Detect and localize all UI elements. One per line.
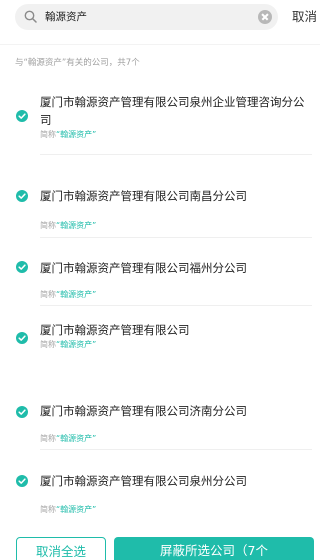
row-divider xyxy=(40,154,312,155)
divider xyxy=(0,44,320,45)
alias-value: “翰源资产” xyxy=(56,434,97,443)
unselect-all-button[interactable]: 取消全选 xyxy=(16,537,106,560)
search-input[interactable] xyxy=(45,7,245,27)
company-name: 厦门市翰源资产管理有限公司泉州企业管理咨询分公司 xyxy=(40,95,305,127)
check-circle-icon[interactable] xyxy=(16,475,28,487)
check-circle-icon[interactable] xyxy=(16,261,28,273)
alias-value: “翰源资产” xyxy=(56,290,97,299)
company-alias: 简称“翰源资产” xyxy=(40,129,96,141)
company-alias: 简称“翰源资产” xyxy=(40,289,96,301)
alias-prefix: 简称 xyxy=(40,434,56,443)
company-name: 厦门市翰源资产管理有限公司南昌分公司 xyxy=(40,189,247,203)
row-divider xyxy=(40,237,312,238)
company-name: 厦门市翰源资产管理有限公司泉州分公司 xyxy=(40,474,247,488)
company-alias: 简称“翰源资产” xyxy=(40,504,96,516)
row-divider xyxy=(40,305,312,306)
alias-prefix: 简称 xyxy=(40,340,56,349)
row-divider xyxy=(40,449,312,450)
clear-icon[interactable] xyxy=(258,10,272,24)
alias-prefix: 简称 xyxy=(40,130,56,139)
alias-value: “翰源资产” xyxy=(56,221,97,230)
alias-value: “翰源资产” xyxy=(56,505,97,514)
alias-value: “翰源资产” xyxy=(56,130,97,139)
alias-prefix: 简称 xyxy=(40,505,56,514)
search-icon xyxy=(24,10,37,23)
alias-prefix: 简称 xyxy=(40,290,56,299)
company-alias: 简称“翰源资产” xyxy=(40,339,96,351)
alias-value: “翰源资产” xyxy=(56,340,97,349)
search-box[interactable] xyxy=(15,4,278,30)
company-alias: 简称“翰源资产” xyxy=(40,220,96,232)
company-name: 厦门市翰源资产管理有限公司福州分公司 xyxy=(40,261,247,275)
company-name: 厦门市翰源资产管理有限公司 xyxy=(40,323,190,337)
alias-prefix: 简称 xyxy=(40,221,56,230)
check-circle-icon[interactable] xyxy=(16,190,28,202)
check-circle-icon[interactable] xyxy=(16,332,28,344)
company-name: 厦门市翰源资产管理有限公司济南分公司 xyxy=(40,404,247,418)
bottom-action-bar: 取消全选 屏蔽所选公司（7个 xyxy=(0,532,320,560)
block-selected-button[interactable]: 屏蔽所选公司（7个 xyxy=(114,537,314,560)
cancel-button[interactable]: 取消 xyxy=(292,8,317,26)
check-circle-icon[interactable] xyxy=(16,110,28,122)
result-summary: 与“翰源资产”有关的公司，共7个 xyxy=(15,58,140,68)
check-circle-icon[interactable] xyxy=(16,406,28,418)
company-alias: 简称“翰源资产” xyxy=(40,433,96,445)
search-bar: 取消 xyxy=(0,0,320,36)
